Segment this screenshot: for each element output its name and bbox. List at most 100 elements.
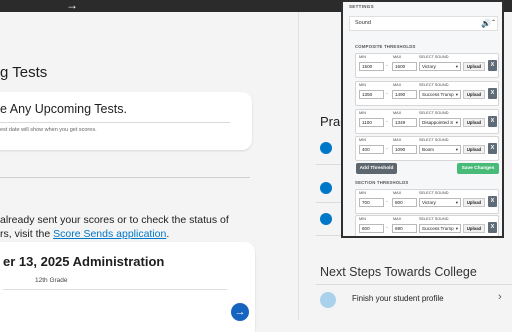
threshold-row: MIN MAX SELECT SOUND 400 - 1090 Boom ▾ Up…: [355, 136, 499, 161]
caret-down-icon: ▾: [455, 64, 458, 69]
practice-item-icon[interactable]: [320, 142, 332, 154]
settings-panel: SETTINGS Sound 🔊 ⌃ COMPOSITE THRESHOLDS …: [341, 0, 504, 238]
sound-select[interactable]: Success Trump ▾: [419, 224, 461, 233]
select-sound-label: SELECT SOUND: [419, 83, 449, 87]
threshold-row: MIN MAX SELECT SOUND 1100 - 1349 Disappo…: [355, 109, 499, 134]
remove-threshold-button[interactable]: X: [488, 116, 497, 127]
save-changes-button[interactable]: Save Changes: [457, 163, 499, 174]
min-input[interactable]: 1100: [359, 118, 384, 127]
composite-thresholds-title: COMPOSITE THRESHOLDS: [355, 44, 416, 49]
min-label: MIN: [359, 111, 366, 115]
paragraph-line-2-suffix: .: [166, 228, 170, 240]
upload-button[interactable]: Upload: [463, 224, 485, 233]
max-label: MAX: [393, 138, 402, 142]
sound-select[interactable]: Success Trump ▾: [419, 90, 461, 99]
max-input[interactable]: 1349: [392, 118, 417, 127]
select-sound-label: SELECT SOUND: [419, 55, 449, 59]
max-input[interactable]: 690: [392, 224, 417, 233]
sound-select-value: Success Trump: [422, 92, 454, 97]
upcoming-tests-card: e Any Upcoming Tests. est date will show…: [0, 92, 252, 150]
upload-button[interactable]: Upload: [463, 62, 485, 71]
paragraph-line-2-prefix: rs, visit the: [0, 228, 54, 240]
remove-threshold-button[interactable]: X: [488, 143, 497, 154]
min-label: MIN: [359, 55, 366, 59]
administration-card[interactable]: er 13, 2025 Administration 12th Grade: [0, 242, 255, 332]
max-input[interactable]: 1090: [392, 145, 417, 154]
max-label: MAX: [393, 191, 402, 195]
remove-threshold-button[interactable]: X: [488, 88, 497, 99]
select-sound-label: SELECT SOUND: [419, 138, 449, 142]
sound-label: Sound: [355, 20, 371, 26]
sound-accordion-header[interactable]: Sound 🔊 ⌃: [349, 16, 498, 31]
upload-button[interactable]: Upload: [463, 145, 485, 154]
paragraph-line-2: rs, visit the Score Sends application.: [0, 227, 250, 241]
list-divider: [316, 284, 512, 285]
caret-down-icon: ▾: [455, 200, 458, 205]
practice-item-icon[interactable]: [320, 182, 332, 194]
sound-select-value: Disappointed S: [422, 120, 454, 125]
card-divider: [3, 289, 227, 290]
select-sound-label: SELECT SOUND: [419, 191, 449, 195]
threshold-row: MIN MAX SELECT SOUND 600 - 690 Success T…: [355, 215, 499, 236]
max-label: MAX: [393, 217, 402, 221]
administration-title: er 13, 2025 Administration: [3, 254, 165, 269]
min-input[interactable]: 1350: [359, 90, 384, 99]
settings-title: SETTINGS: [349, 4, 374, 9]
profile-status-icon: [320, 292, 336, 308]
caret-down-icon: ▾: [455, 147, 458, 152]
upcoming-tests-note: est date will show when you get scores.: [0, 127, 97, 133]
range-dash: -: [386, 225, 388, 231]
remove-threshold-button[interactable]: X: [488, 60, 497, 71]
administration-grade: 12th Grade: [35, 277, 68, 284]
max-input[interactable]: 800: [392, 198, 417, 207]
caret-down-icon: ▾: [455, 226, 458, 231]
range-dash: -: [386, 119, 388, 125]
sound-select[interactable]: Victory ▾: [419, 198, 461, 207]
practice-item-icon[interactable]: [320, 213, 332, 225]
arrow-right-circle-icon[interactable]: →: [231, 303, 249, 321]
section-thresholds-title: SECTION THRESHOLDS: [355, 180, 409, 185]
min-input[interactable]: 700: [359, 198, 384, 207]
caret-down-icon: ▾: [455, 92, 458, 97]
min-input[interactable]: 600: [359, 224, 384, 233]
sound-select-value: Victory: [422, 200, 436, 205]
chevron-right-icon[interactable]: ›: [498, 291, 502, 303]
min-label: MIN: [359, 191, 366, 195]
threshold-row: MIN MAX SELECT SOUND 1350 - 1490 Success…: [355, 81, 499, 106]
remove-threshold-button[interactable]: X: [488, 222, 497, 233]
sound-select[interactable]: Victory ▾: [419, 62, 461, 71]
min-input[interactable]: 1500: [359, 62, 384, 71]
remove-threshold-button[interactable]: X: [488, 196, 497, 207]
next-step-item[interactable]: Finish your student profile: [352, 294, 444, 303]
range-dash: -: [386, 91, 388, 97]
min-label: MIN: [359, 217, 366, 221]
score-sends-link[interactable]: Score Sends application: [53, 228, 166, 240]
max-input[interactable]: 1600: [392, 62, 417, 71]
arrow-right-icon[interactable]: →: [66, 0, 78, 12]
score-sends-paragraph: already sent your scores or to check the…: [0, 213, 250, 241]
chevron-up-icon[interactable]: ⌃: [491, 19, 496, 28]
min-input[interactable]: 400: [359, 145, 384, 154]
paragraph-line-1: already sent your scores or to check the…: [0, 214, 229, 226]
min-label: MIN: [359, 138, 366, 142]
section-divider: [0, 177, 250, 178]
sound-select-value: Victory: [422, 64, 436, 69]
caret-down-icon: ▾: [455, 120, 458, 125]
upload-button[interactable]: Upload: [463, 198, 485, 207]
upload-button[interactable]: Upload: [463, 90, 485, 99]
upcoming-tests-heading: e Any Upcoming Tests.: [0, 102, 127, 116]
sound-select[interactable]: Disappointed S ▾: [419, 118, 461, 127]
range-dash: -: [386, 146, 388, 152]
upload-button[interactable]: Upload: [463, 118, 485, 127]
column-divider: [298, 12, 299, 320]
speaker-icon[interactable]: 🔊: [481, 18, 491, 29]
add-threshold-button[interactable]: Add Threshold: [356, 163, 397, 174]
threshold-row: MIN MAX SELECT SOUND 700 - 800 Victory ▾ …: [355, 189, 499, 214]
threshold-row: MIN MAX SELECT SOUND 1500 - 1600 Victory…: [355, 53, 499, 78]
sound-select-value: Boom: [422, 147, 435, 152]
max-label: MAX: [393, 111, 402, 115]
card-divider: [0, 122, 230, 123]
sound-select-value: Success Trump: [422, 226, 454, 231]
sound-select[interactable]: Boom ▾: [419, 145, 461, 154]
max-input[interactable]: 1490: [392, 90, 417, 99]
